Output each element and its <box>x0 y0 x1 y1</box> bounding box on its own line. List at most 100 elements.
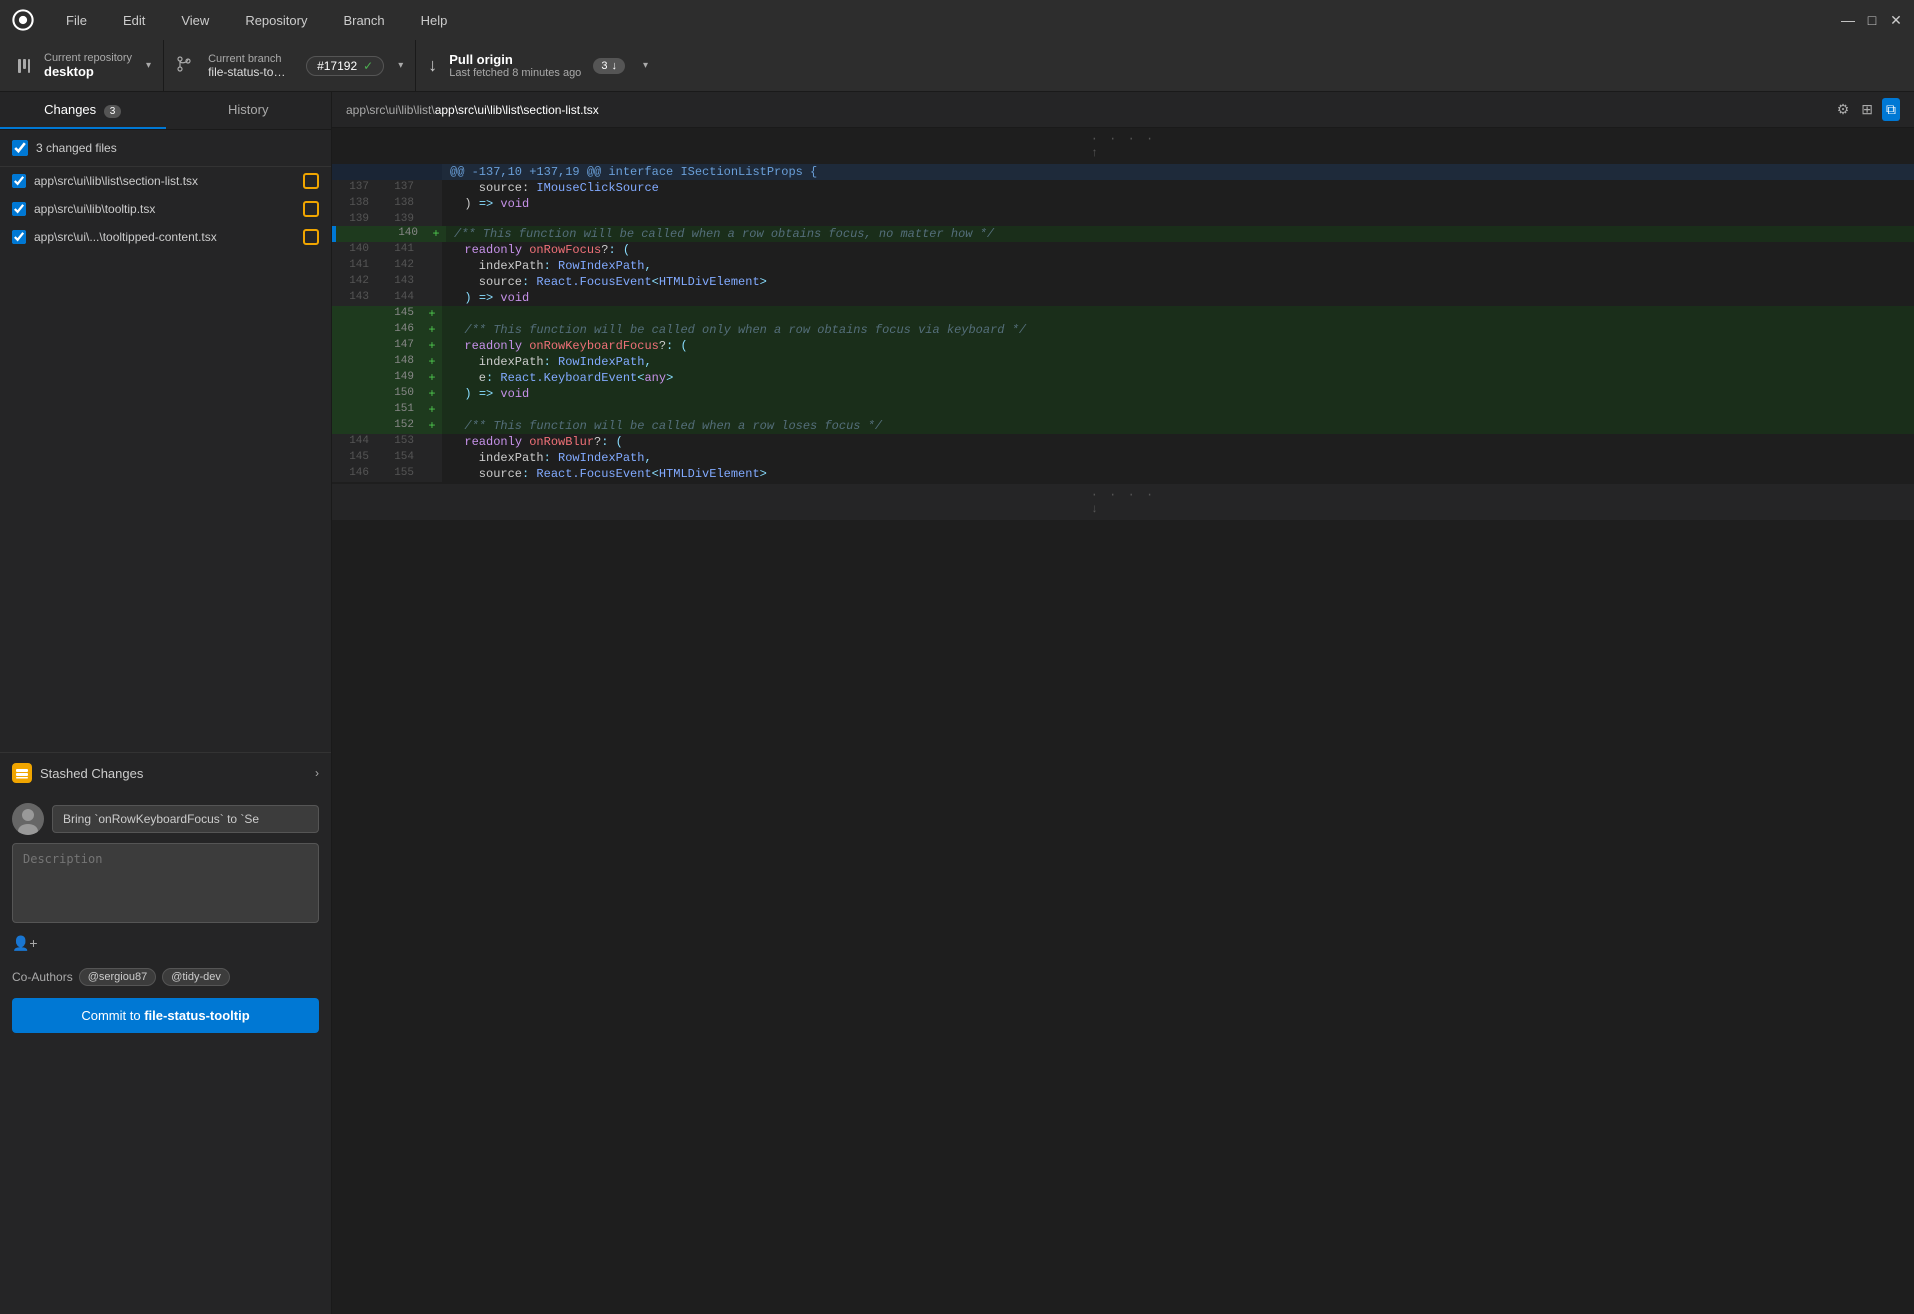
description-input[interactable] <box>12 843 319 923</box>
diff-line-140-added: 140 + /** This function will be called w… <box>332 226 1914 242</box>
stash-label: Stashed Changes <box>40 766 307 781</box>
stash-expand-arrow[interactable]: › <box>315 766 319 780</box>
file-badge-1 <box>303 201 319 217</box>
expand-button[interactable]: ⊞ <box>1858 98 1876 121</box>
menu-edit[interactable]: Edit <box>115 9 153 32</box>
branch-dropdown-arrow[interactable]: ▾ <box>398 60 403 71</box>
commit-btn-branch: file-status-tooltip <box>144 1008 249 1023</box>
tab-history[interactable]: History <box>166 92 332 129</box>
stashed-changes-section[interactable]: Stashed Changes › <box>0 752 331 793</box>
repo-label: Current repository <box>44 52 132 64</box>
diff-line-147: 147 + readonly onRowKeyboardFocus?: ( <box>332 338 1914 354</box>
diff-line-145-154: 145 154 indexPath: RowIndexPath, <box>332 450 1914 466</box>
diff-line-145: 145 + <box>332 306 1914 322</box>
diff-line-150: 150 + ) => void <box>332 386 1914 402</box>
repo-info: Current repository desktop <box>44 52 132 79</box>
file-checkbox-1[interactable] <box>12 202 26 216</box>
stash-icon <box>12 763 32 783</box>
close-button[interactable]: ✕ <box>1890 14 1902 26</box>
minimize-button[interactable]: — <box>1842 14 1854 26</box>
diff-line-139: 139 139 <box>332 212 1914 226</box>
diff-container[interactable]: · · · ·↑ @@ -137,10 +137,19 @@ interface… <box>332 128 1914 1314</box>
pull-info: Pull origin Last fetched 8 minutes ago <box>449 52 581 79</box>
current-repo-section[interactable]: Current repository desktop ▾ <box>0 40 164 91</box>
commit-section: 👤+ Co-Authors @sergiou87 @tidy-dev Commi… <box>0 793 331 1314</box>
branch-icon <box>176 56 192 75</box>
coauthors-label: Co-Authors <box>12 970 73 984</box>
branch-label: Current branch <box>208 53 288 65</box>
file-list: app\src\ui\lib\list\section-list.tsx app… <box>0 167 331 251</box>
commit-message-input[interactable] <box>52 805 319 833</box>
app-logo <box>12 9 34 31</box>
editor-header: app\src\ui\lib\list\app\src\ui\lib\list\… <box>332 92 1914 128</box>
branch-badge-number: #17192 <box>317 59 357 73</box>
nav-up-ellipsis: · · · ·↑ <box>1091 132 1155 160</box>
diff-line-141-142: 141 142 indexPath: RowIndexPath, <box>332 258 1914 274</box>
diff-line-140-141: 140 141 readonly onRowFocus?: ( <box>332 242 1914 258</box>
file-checkbox-2[interactable] <box>12 230 26 244</box>
sidebar-tabs: Changes 3 History <box>0 92 331 130</box>
commit-button[interactable]: Commit to file-status-tooltip <box>12 998 319 1033</box>
side-by-side-button[interactable]: ⧉ <box>1882 98 1900 121</box>
file-badge-0 <box>303 173 319 189</box>
coauthor-tag-0[interactable]: @sergiou87 <box>79 968 156 986</box>
diff-line-144-153: 144 153 readonly onRowBlur?: ( <box>332 434 1914 450</box>
coauthors-tags-row: Co-Authors @sergiou87 @tidy-dev <box>12 964 319 990</box>
nav-down-ellipsis: · · · ·↓ <box>1091 488 1155 516</box>
editor: app\src\ui\lib\list\app\src\ui\lib\list\… <box>332 92 1914 1314</box>
diff-line-142-143: 142 143 source: React.FocusEvent<HTMLDiv… <box>332 274 1914 290</box>
select-all-checkbox[interactable] <box>12 140 28 156</box>
repo-icon <box>12 54 36 78</box>
pull-label: Pull origin <box>449 52 581 67</box>
pull-origin-section[interactable]: ↓ Pull origin Last fetched 8 minutes ago… <box>416 40 1914 91</box>
diff-line-138: 138 138 ) => void <box>332 196 1914 212</box>
file-item-2[interactable]: app\src\ui\...\tooltipped-content.tsx <box>0 223 331 251</box>
branch-info: Current branch file-status-too... <box>208 53 288 79</box>
coauthor-tag-1[interactable]: @tidy-dev <box>162 968 230 986</box>
pull-dropdown-arrow[interactable]: ▾ <box>643 60 648 71</box>
changed-files-header: 3 changed files <box>0 130 331 167</box>
maximize-button[interactable]: □ <box>1866 14 1878 26</box>
changes-badge: 3 <box>104 105 122 118</box>
branch-name: file-status-too... <box>208 65 288 79</box>
menu-help[interactable]: Help <box>413 9 456 32</box>
repo-dropdown-arrow[interactable]: ▾ <box>146 60 151 71</box>
diff-line-148: 148 + indexPath: RowIndexPath, <box>332 354 1914 370</box>
pull-down-arrow-icon: ↓ <box>428 55 437 76</box>
diff-line-152: 152 + /** This function will be called w… <box>332 418 1914 434</box>
file-item-0[interactable]: app\src\ui\lib\list\section-list.tsx <box>0 167 331 195</box>
diff-line-151: 151 + <box>332 402 1914 418</box>
menu-branch[interactable]: Branch <box>335 9 392 32</box>
file-badge-2 <box>303 229 319 245</box>
settings-button[interactable]: ⚙ <box>1834 98 1853 121</box>
sidebar: Changes 3 History 3 changed files app\sr… <box>0 92 332 1314</box>
diff-line-146: 146 + /** This function will be called o… <box>332 322 1914 338</box>
branch-badge[interactable]: #17192 ✓ <box>306 56 384 76</box>
main-layout: Changes 3 History 3 changed files app\sr… <box>0 92 1914 1314</box>
file-name-1: app\src\ui\lib\tooltip.tsx <box>34 202 295 216</box>
title-bar: File Edit View Repository Branch Help — … <box>0 0 1914 40</box>
file-item-1[interactable]: app\src\ui\lib\tooltip.tsx <box>0 195 331 223</box>
pull-sublabel: Last fetched 8 minutes ago <box>449 67 581 79</box>
diff-line-137: 137 137 source: IMouseClickSource <box>332 180 1914 196</box>
coauthors-row: 👤+ <box>12 931 319 956</box>
diff-line-143-144: 143 144 ) => void <box>332 290 1914 306</box>
menu-file[interactable]: File <box>58 9 95 32</box>
diff-hunk-header: @@ -137,10 +137,19 @@ interface ISection… <box>332 164 1914 180</box>
commit-btn-prefix: Commit to <box>81 1008 144 1023</box>
editor-controls: ⚙ ⊞ ⧉ <box>1834 98 1900 121</box>
current-branch-section[interactable]: Current branch file-status-too... #17192… <box>164 40 416 91</box>
pull-count-icon: ↓ <box>611 60 617 72</box>
pull-count-badge: 3 ↓ <box>593 58 625 74</box>
tab-changes[interactable]: Changes 3 <box>0 92 166 129</box>
window-controls: — □ ✕ <box>1842 14 1902 26</box>
changed-files-count: 3 changed files <box>36 141 117 155</box>
badge-check-icon: ✓ <box>363 59 373 73</box>
menu-repository[interactable]: Repository <box>237 9 315 32</box>
menu-view[interactable]: View <box>173 9 217 32</box>
file-name-0: app\src\ui\lib\list\section-list.tsx <box>34 174 295 188</box>
nav-up-row[interactable]: · · · ·↑ <box>332 128 1914 164</box>
nav-down-row[interactable]: · · · ·↓ <box>332 484 1914 520</box>
avatar <box>12 803 44 835</box>
file-checkbox-0[interactable] <box>12 174 26 188</box>
